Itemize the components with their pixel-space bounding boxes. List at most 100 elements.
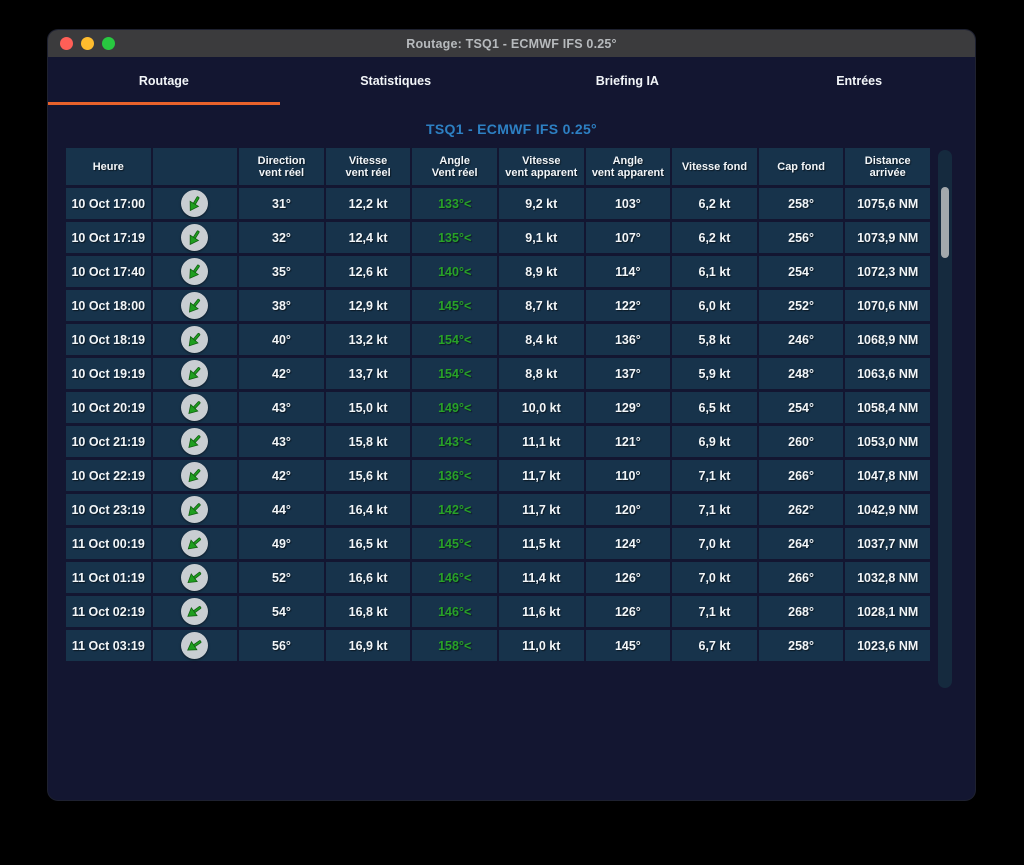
cell-angle-vent-apparent: 103° (586, 188, 671, 219)
cell-vitesse-vent-reel: 13,7 kt (326, 358, 411, 389)
cell-angle-vent-reel: 149°< (412, 392, 497, 423)
cell-vitesse-vent-reel: 12,2 kt (326, 188, 411, 219)
table-row[interactable]: 10 Oct 18:19 40° 13,2 kt 154°< 8,4 kt (66, 324, 930, 355)
cell-direction-vent-reel: 44° (239, 494, 324, 525)
wind-direction-arrow-icon (181, 292, 208, 319)
cell-direction-vent-reel: 54° (239, 596, 324, 627)
cell-angle-vent-apparent: 122° (586, 290, 671, 321)
cell-angle-vent-apparent: 121° (586, 426, 671, 457)
cell-vitesse-vent-apparent: 11,7 kt (499, 460, 584, 491)
routing-table: Heure Direction vent réel Vitesse vent r… (66, 148, 930, 661)
header-distance-arrivee: Distance arrivée (845, 148, 930, 185)
cell-vitesse-vent-apparent: 8,4 kt (499, 324, 584, 355)
cell-vitesse-vent-apparent: 11,0 kt (499, 630, 584, 661)
wind-direction-arrow-icon (181, 462, 208, 489)
header-heure: Heure (66, 148, 151, 185)
table-row[interactable]: 11 Oct 00:19 49° 16,5 kt 145°< 11,5 kt (66, 528, 930, 559)
table-row[interactable]: 10 Oct 17:00 31° 12,2 kt 133°< 9,2 kt (66, 188, 930, 219)
table-row[interactable]: 10 Oct 17:19 32° 12,4 kt 135°< 9,1 kt (66, 222, 930, 253)
cell-distance-arrivee: 1075,6 NM (845, 188, 930, 219)
cell-distance-arrivee: 1042,9 NM (845, 494, 930, 525)
cell-heure: 11 Oct 00:19 (66, 528, 151, 559)
cell-angle-vent-reel: 158°< (412, 630, 497, 661)
cell-vitesse-fond: 6,2 kt (672, 222, 757, 253)
table-row[interactable]: 10 Oct 20:19 43° 15,0 kt 149°< 10,0 kt (66, 392, 930, 423)
cell-direction-vent-reel: 31° (239, 188, 324, 219)
cell-wind-icon (153, 290, 238, 321)
tab-statistiques[interactable]: Statistiques (280, 57, 512, 105)
wind-direction-arrow-icon (181, 258, 208, 285)
cell-distance-arrivee: 1028,1 NM (845, 596, 930, 627)
cell-vitesse-fond: 7,1 kt (672, 460, 757, 491)
cell-angle-vent-reel: 143°< (412, 426, 497, 457)
window-titlebar[interactable]: Routage: TSQ1 - ECMWF IFS 0.25° (48, 30, 975, 57)
table-row[interactable]: 11 Oct 01:19 52° 16,6 kt 146°< 11,4 kt (66, 562, 930, 593)
cell-cap-fond: 252° (759, 290, 844, 321)
cell-heure: 10 Oct 22:19 (66, 460, 151, 491)
cell-angle-vent-reel: 145°< (412, 290, 497, 321)
table-row[interactable]: 10 Oct 19:19 42° 13,7 kt 154°< 8,8 kt (66, 358, 930, 389)
header-cap-fond: Cap fond (759, 148, 844, 185)
cell-cap-fond: 264° (759, 528, 844, 559)
cell-heure: 11 Oct 02:19 (66, 596, 151, 627)
cell-distance-arrivee: 1068,9 NM (845, 324, 930, 355)
cell-angle-vent-reel: 142°< (412, 494, 497, 525)
table-header-row: Heure Direction vent réel Vitesse vent r… (66, 148, 930, 185)
tab-briefing-ia[interactable]: Briefing IA (512, 57, 744, 105)
cell-vitesse-vent-apparent: 11,5 kt (499, 528, 584, 559)
header-angle-vent-reel: Angle Vent réel (412, 148, 497, 185)
cell-wind-icon (153, 256, 238, 287)
tab-routage[interactable]: Routage (48, 57, 280, 105)
cell-vitesse-vent-reel: 16,8 kt (326, 596, 411, 627)
wind-direction-arrow-icon (181, 326, 208, 353)
wind-direction-arrow-icon (181, 224, 208, 251)
cell-heure: 10 Oct 17:19 (66, 222, 151, 253)
cell-wind-icon (153, 460, 238, 491)
cell-distance-arrivee: 1058,4 NM (845, 392, 930, 423)
cell-angle-vent-apparent: 124° (586, 528, 671, 559)
cell-direction-vent-reel: 32° (239, 222, 324, 253)
tab-bar: Routage Statistiques Briefing IA Entrées (48, 57, 975, 105)
wind-direction-arrow-icon (181, 190, 208, 217)
cell-direction-vent-reel: 38° (239, 290, 324, 321)
cell-vitesse-fond: 7,1 kt (672, 494, 757, 525)
header-wind-icon-column (153, 148, 238, 185)
cell-heure: 10 Oct 18:19 (66, 324, 151, 355)
cell-direction-vent-reel: 43° (239, 426, 324, 457)
cell-wind-icon (153, 324, 238, 355)
cell-heure: 10 Oct 20:19 (66, 392, 151, 423)
cell-vitesse-vent-reel: 16,9 kt (326, 630, 411, 661)
tab-entrees[interactable]: Entrées (743, 57, 975, 105)
cell-cap-fond: 262° (759, 494, 844, 525)
cell-wind-icon (153, 630, 238, 661)
table-row[interactable]: 11 Oct 02:19 54° 16,8 kt 146°< 11,6 kt (66, 596, 930, 627)
cell-cap-fond: 258° (759, 188, 844, 219)
table-row[interactable]: 10 Oct 21:19 43° 15,8 kt 143°< 11,1 kt (66, 426, 930, 457)
wind-direction-arrow-icon (181, 530, 208, 557)
table-row[interactable]: 10 Oct 18:00 38° 12,9 kt 145°< 8,7 kt (66, 290, 930, 321)
table-row[interactable]: 11 Oct 03:19 56° 16,9 kt 158°< 11,0 kt (66, 630, 930, 661)
cell-cap-fond: 256° (759, 222, 844, 253)
header-direction-vent-reel: Direction vent réel (239, 148, 324, 185)
cell-cap-fond: 260° (759, 426, 844, 457)
table-row[interactable]: 10 Oct 17:40 35° 12,6 kt 140°< 8,9 kt (66, 256, 930, 287)
header-vitesse-vent-apparent: Vitesse vent apparent (499, 148, 584, 185)
cell-wind-icon (153, 528, 238, 559)
cell-distance-arrivee: 1070,6 NM (845, 290, 930, 321)
table-row[interactable]: 10 Oct 23:19 44° 16,4 kt 142°< 11,7 kt (66, 494, 930, 525)
cell-vitesse-vent-reel: 16,6 kt (326, 562, 411, 593)
cell-vitesse-vent-reel: 12,6 kt (326, 256, 411, 287)
cell-heure: 10 Oct 17:00 (66, 188, 151, 219)
cell-angle-vent-apparent: 126° (586, 596, 671, 627)
cell-vitesse-fond: 6,2 kt (672, 188, 757, 219)
table-scrollbar-thumb[interactable] (941, 187, 949, 258)
cell-vitesse-vent-apparent: 8,9 kt (499, 256, 584, 287)
table-row[interactable]: 10 Oct 22:19 42° 15,6 kt 136°< 11,7 kt (66, 460, 930, 491)
cell-angle-vent-apparent: 137° (586, 358, 671, 389)
cell-cap-fond: 258° (759, 630, 844, 661)
window-title: Routage: TSQ1 - ECMWF IFS 0.25° (48, 37, 975, 51)
cell-wind-icon (153, 358, 238, 389)
cell-direction-vent-reel: 52° (239, 562, 324, 593)
table-scrollbar-track[interactable] (938, 150, 952, 688)
cell-vitesse-vent-reel: 16,4 kt (326, 494, 411, 525)
